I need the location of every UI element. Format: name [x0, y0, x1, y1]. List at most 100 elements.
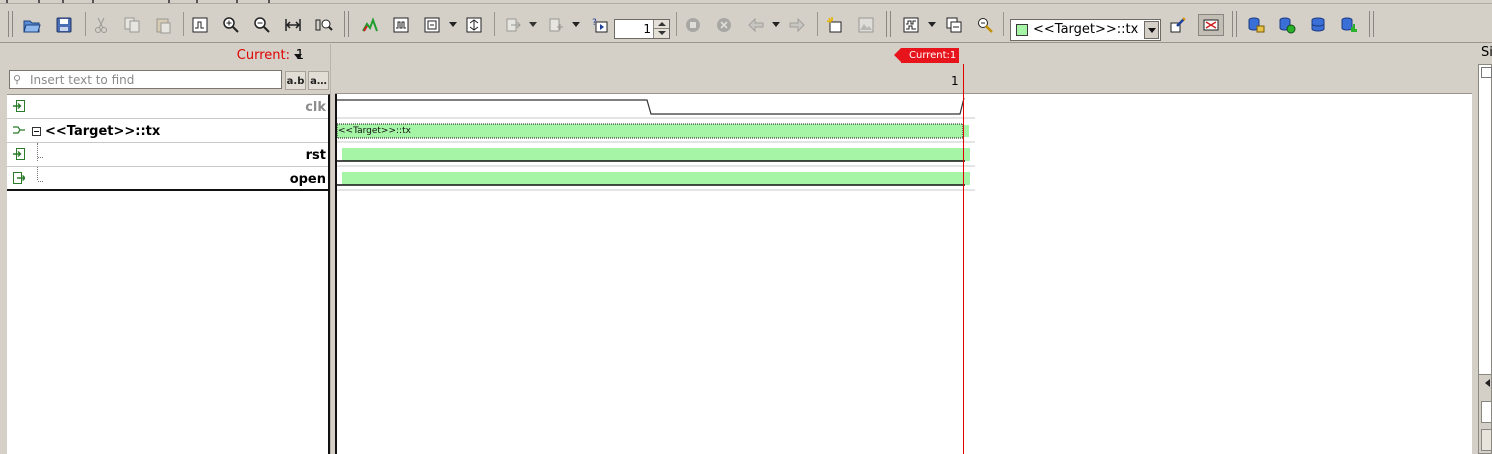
svg-text:?: ?	[592, 18, 597, 28]
signal-panel-header: Current: 1 ⚲ a.b a…	[7, 44, 330, 94]
db-connect-icon[interactable]	[1245, 14, 1267, 36]
toolbar-grip[interactable]	[886, 11, 891, 37]
collapse-toggle[interactable]	[32, 127, 41, 136]
find-box[interactable]: ⚲	[9, 70, 282, 89]
clk-wave	[335, 97, 975, 119]
open-wave	[335, 172, 975, 191]
zoom-range-icon[interactable]	[282, 14, 304, 36]
signal-row-rst[interactable]: rst	[7, 143, 328, 167]
compare-icon[interactable]	[900, 14, 922, 36]
open-icon[interactable]	[21, 14, 43, 36]
side-dock-title: Si	[1481, 45, 1492, 60]
tree-connector	[37, 167, 38, 180]
current-label: Current:	[236, 48, 290, 63]
forward-arrow-icon[interactable]	[786, 14, 808, 36]
output-port-icon	[13, 172, 25, 184]
group-icon[interactable]	[421, 14, 443, 36]
current-dropdown-arrow[interactable]	[294, 54, 302, 59]
cancel-icon[interactable]	[713, 14, 735, 36]
toolbar-separator	[85, 12, 86, 36]
input-port-icon	[13, 148, 25, 160]
wave-left-border	[335, 94, 337, 454]
zoom-out-icon[interactable]	[251, 14, 273, 36]
expand-toggle[interactable]	[1481, 67, 1492, 78]
back-dropdown-arrow[interactable]	[772, 22, 780, 27]
back-arrow-icon[interactable]	[745, 14, 767, 36]
signal-row-open[interactable]: open	[7, 167, 328, 191]
waveform-canvas[interactable]	[335, 94, 995, 194]
save-icon[interactable]	[53, 14, 75, 36]
bus-icon[interactable]	[390, 14, 412, 36]
sample-add-dropdown-arrow[interactable]	[572, 22, 580, 27]
current-cursor-flag[interactable]: Current:1	[893, 48, 960, 63]
signal-group-name: <<Target>>::tx	[45, 124, 161, 139]
rst-wave	[335, 148, 975, 167]
side-dock: Si	[1472, 44, 1492, 454]
inspect-icon[interactable]	[974, 14, 996, 36]
side-dock-field[interactable]	[1481, 401, 1492, 423]
sample-icon[interactable]	[502, 14, 524, 36]
copy-icon[interactable]	[121, 14, 143, 36]
add-signal-icon[interactable]	[359, 14, 381, 36]
target-dropdown-button[interactable]	[1144, 21, 1159, 39]
step-up-button[interactable]	[653, 20, 669, 29]
toolbar-grip[interactable]	[1232, 11, 1237, 37]
menu-bar-edge	[0, 0, 1492, 4]
input-port-icon	[13, 100, 25, 112]
waveform-panel[interactable]: Current:1 1 <<Target>>::tx	[335, 44, 1472, 454]
toolbar-separator	[817, 12, 818, 36]
search-icon: ⚲	[13, 73, 22, 86]
match-case-button[interactable]: a.b	[285, 71, 306, 90]
sample-dropdown-arrow[interactable]	[529, 22, 537, 27]
step-count-stepper[interactable]	[614, 19, 670, 39]
time-ruler[interactable]: Current:1 1	[335, 44, 1472, 94]
toolbar-grip[interactable]	[1369, 11, 1374, 37]
zoom-fit-icon[interactable]	[189, 14, 211, 36]
toolbar-grip[interactable]	[8, 11, 13, 37]
bus-group-icon	[13, 126, 25, 134]
target-color-swatch	[1016, 24, 1028, 36]
search-input[interactable]	[30, 71, 280, 88]
step-count-input[interactable]	[617, 21, 651, 37]
tx-bus-wave	[335, 123, 975, 143]
bus-value-label: <<Target>>::tx	[338, 126, 411, 136]
signal-name: open	[289, 172, 326, 187]
toolbar-separator	[183, 12, 184, 36]
ruler-tick-label: 1	[951, 74, 959, 88]
tree-connector	[38, 157, 43, 158]
signal-name: rst	[305, 148, 326, 163]
db-trigger-icon[interactable]	[1276, 14, 1298, 36]
cut-icon[interactable]	[90, 14, 112, 36]
step-down-button[interactable]	[653, 29, 669, 38]
signal-list: clk <<Target>>::tx rst open	[7, 94, 330, 454]
new-marker-icon[interactable]	[824, 14, 846, 36]
expand-icon[interactable]	[463, 14, 485, 36]
side-dock-field[interactable]	[1481, 429, 1492, 451]
highlight-icon[interactable]	[1167, 14, 1189, 36]
db-stats-icon[interactable]	[1338, 14, 1360, 36]
stop-icon[interactable]	[682, 14, 704, 36]
signal-row-target-tx[interactable]: <<Target>>::tx	[7, 119, 328, 143]
run-step-icon[interactable]: ?	[589, 14, 611, 36]
signal-row-clk[interactable]: clk	[7, 95, 328, 119]
current-cursor-line[interactable]	[963, 64, 964, 454]
layout-icon[interactable]	[943, 14, 965, 36]
toolbar-separator	[494, 12, 495, 36]
filter-icon[interactable]	[1198, 14, 1224, 36]
tree-connector	[37, 143, 38, 161]
toolbar-grip[interactable]	[344, 11, 349, 37]
zoom-in-icon[interactable]	[220, 14, 242, 36]
target-selector-label: <<Target>>::tx	[1033, 22, 1139, 37]
toolbar-separator	[676, 12, 677, 36]
tree-connector	[38, 181, 43, 182]
sample-add-icon[interactable]	[545, 14, 567, 36]
group-dropdown-arrow[interactable]	[449, 22, 457, 27]
paste-icon[interactable]	[152, 14, 174, 36]
target-selector[interactable]: <<Target>>::tx	[1010, 19, 1161, 41]
signal-name: clk	[305, 100, 326, 115]
db-load-icon[interactable]	[1307, 14, 1329, 36]
match-all-button[interactable]: a…	[308, 71, 329, 90]
zoom-find-icon[interactable]	[313, 14, 335, 36]
image-icon[interactable]	[855, 14, 877, 36]
compare-dropdown-arrow[interactable]	[928, 22, 936, 27]
